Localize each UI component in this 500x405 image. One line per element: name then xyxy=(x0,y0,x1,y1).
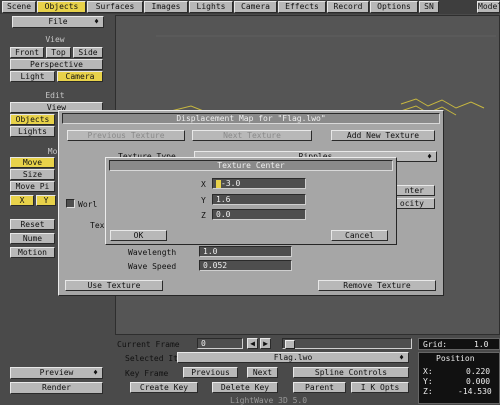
current-frame-label: Current Frame xyxy=(117,340,180,349)
tab-scene[interactable]: Scene xyxy=(2,1,36,13)
position-y-label: Y: xyxy=(423,377,433,386)
numeric-button[interactable]: Nume xyxy=(10,233,55,244)
preview-label: Preview xyxy=(39,368,74,377)
position-x-label: X: xyxy=(423,367,433,376)
y-axis-button[interactable]: Y xyxy=(36,195,56,206)
camera-view-button[interactable]: Camera xyxy=(57,71,103,82)
use-texture-button[interactable]: Use Texture xyxy=(65,280,163,291)
chevron-down-icon: ♦ xyxy=(94,17,99,26)
position-z-value: -14.530 xyxy=(458,387,492,396)
file-menu[interactable]: File ♦ xyxy=(12,16,104,28)
next-texture-button[interactable]: Next Texture xyxy=(192,130,312,141)
edit-group-label: Edit xyxy=(45,91,65,100)
cancel-button[interactable]: Cancel xyxy=(331,230,388,241)
texture-center-dialog: Texture Center X -3.0 Y 1.6 Z 0.0 OK Can… xyxy=(105,157,397,245)
preview-menu[interactable]: Preview ♦ xyxy=(10,367,103,379)
position-z-label: Z: xyxy=(423,387,433,396)
front-button[interactable]: Front xyxy=(10,47,44,58)
wavelength-label: Wavelength xyxy=(128,248,177,257)
tab-sn[interactable]: SN xyxy=(419,1,439,13)
texture-center-title: Texture Center xyxy=(109,160,393,171)
move-button[interactable]: Move xyxy=(10,157,55,168)
reset-button[interactable]: Reset xyxy=(10,219,55,230)
view-group-label: View xyxy=(45,35,65,44)
frame-slider[interactable] xyxy=(282,338,412,349)
delete-key-button[interactable]: Delete Key xyxy=(212,382,278,393)
perspective-button[interactable]: Perspective xyxy=(10,59,103,70)
arrow-left-icon: ◀ xyxy=(250,339,255,348)
center-x-label: X xyxy=(201,180,206,189)
previous-key-button[interactable]: Previous xyxy=(183,367,238,378)
objects-edit-button[interactable]: Objects xyxy=(10,114,55,125)
remove-texture-button[interactable]: Remove Texture xyxy=(318,280,436,291)
tab-record[interactable]: Record xyxy=(327,1,369,13)
file-label: File xyxy=(48,17,68,26)
center-x-value: -3.0 xyxy=(221,179,241,188)
grid-value: 1.0 xyxy=(474,340,489,349)
grid-label: Grid: xyxy=(423,340,448,349)
top-button[interactable]: Top xyxy=(46,47,71,58)
center-y-field[interactable]: 1.6 xyxy=(212,194,306,205)
light-view-button[interactable]: Light xyxy=(10,71,55,82)
spline-controls-button[interactable]: Spline Controls xyxy=(293,367,409,378)
create-key-button[interactable]: Create Key xyxy=(130,382,198,393)
chevron-down-icon: ♦ xyxy=(93,368,98,377)
motion-button[interactable]: Motion xyxy=(10,247,55,258)
current-frame-field[interactable]: 0 xyxy=(197,338,243,349)
tab-surfaces[interactable]: Surfaces xyxy=(87,1,143,13)
previous-texture-button[interactable]: Previous Texture xyxy=(67,130,185,141)
lights-edit-button[interactable]: Lights xyxy=(10,126,55,137)
tab-objects[interactable]: Objects xyxy=(37,1,86,13)
selected-item-value: Flag.lwo xyxy=(273,353,313,362)
move-pivot-button[interactable]: Move Pi xyxy=(10,181,55,192)
parent-button[interactable]: Parent xyxy=(293,382,346,393)
side-button[interactable]: Side xyxy=(73,47,103,58)
x-axis-button[interactable]: X xyxy=(10,195,34,206)
tab-bar: Scene Objects Surfaces Images Lights Cam… xyxy=(0,0,500,14)
world-coordinates-checkbox[interactable] xyxy=(66,199,75,208)
world-coordinates-label: Worl xyxy=(78,200,98,209)
render-button[interactable]: Render xyxy=(10,382,103,394)
dialog-title: Displacement Map for "Flag.lwo" xyxy=(62,113,440,124)
tab-lights[interactable]: Lights xyxy=(189,1,233,13)
position-x-value: 0.220 xyxy=(466,367,491,376)
key-frame-label: Key Frame xyxy=(125,369,169,378)
position-y-value: 0.000 xyxy=(466,377,491,386)
frame-next-arrow[interactable]: ▶ xyxy=(260,338,271,349)
tab-options[interactable]: Options xyxy=(370,1,418,13)
ok-button[interactable]: OK xyxy=(110,230,167,241)
selected-item-select[interactable]: Flag.lwo ♦ xyxy=(177,352,409,363)
center-z-field[interactable]: 0.0 xyxy=(212,209,306,220)
ik-options-button[interactable]: I K Opts xyxy=(351,382,409,393)
add-new-texture-button[interactable]: Add New Texture xyxy=(331,130,435,141)
position-title: Position xyxy=(436,354,475,363)
chevron-down-icon: ♦ xyxy=(399,353,404,362)
wave-speed-label: Wave Speed xyxy=(128,262,177,271)
center-z-label: Z xyxy=(201,211,206,220)
next-key-button[interactable]: Next xyxy=(247,367,278,378)
size-button[interactable]: Size xyxy=(10,169,55,180)
tab-images[interactable]: Images xyxy=(144,1,188,13)
center-x-field[interactable]: -3.0 xyxy=(212,178,306,189)
tab-camera[interactable]: Camera xyxy=(234,1,277,13)
wave-speed-field[interactable]: 0.052 xyxy=(199,260,292,271)
tab-effects[interactable]: Effects xyxy=(278,1,326,13)
texture-label: Tex xyxy=(90,221,105,230)
wavelength-field[interactable]: 1.0 xyxy=(199,246,292,257)
chevron-down-icon: ♦ xyxy=(427,152,432,161)
tab-modeler[interactable]: Modeler xyxy=(477,1,500,13)
frame-prev-arrow[interactable]: ◀ xyxy=(247,338,258,349)
center-y-label: Y xyxy=(201,196,206,205)
frame-slider-handle[interactable] xyxy=(285,340,295,349)
arrow-right-icon: ▶ xyxy=(263,339,268,348)
